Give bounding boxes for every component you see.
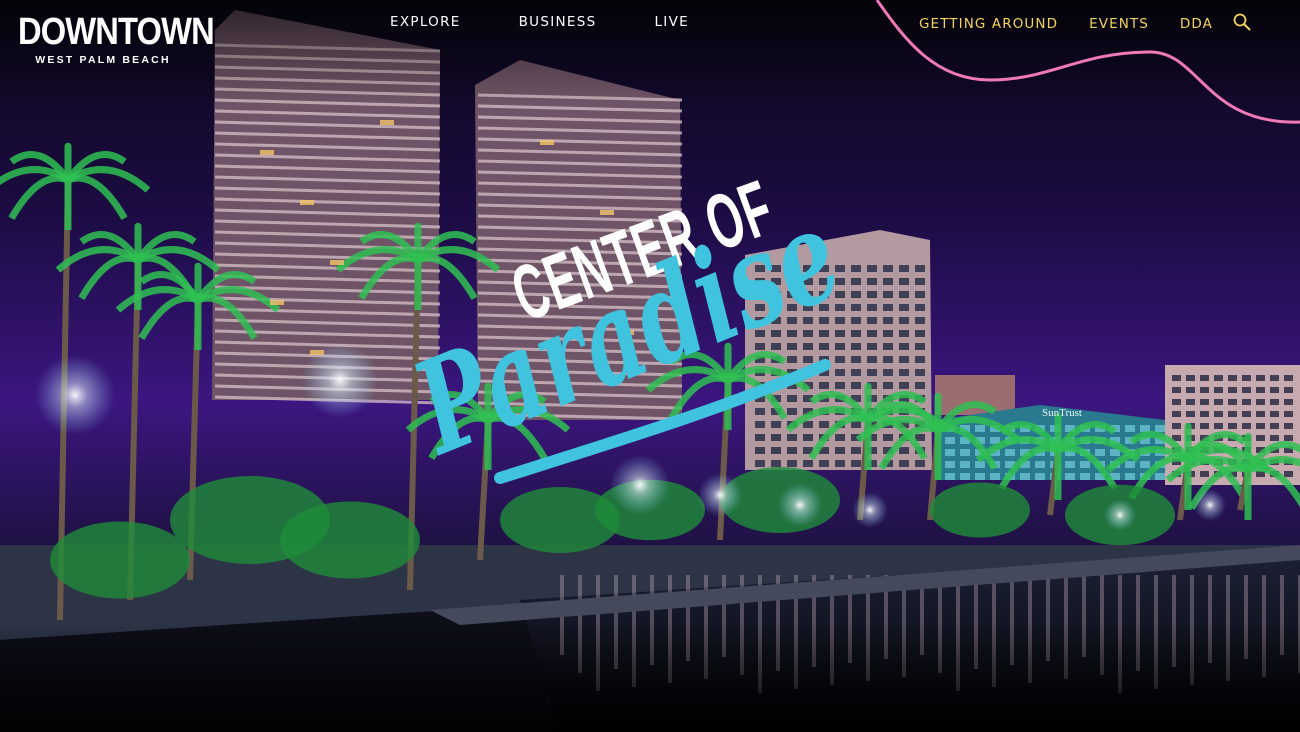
hero-section: DOWNTOWN WEST PALM BEACH EXPLORE BUSINES… [0, 0, 1300, 732]
hero-headline: CENTER OF Paradise SunTrust [393, 163, 1082, 485]
building-sign: SunTrust [1042, 407, 1082, 419]
